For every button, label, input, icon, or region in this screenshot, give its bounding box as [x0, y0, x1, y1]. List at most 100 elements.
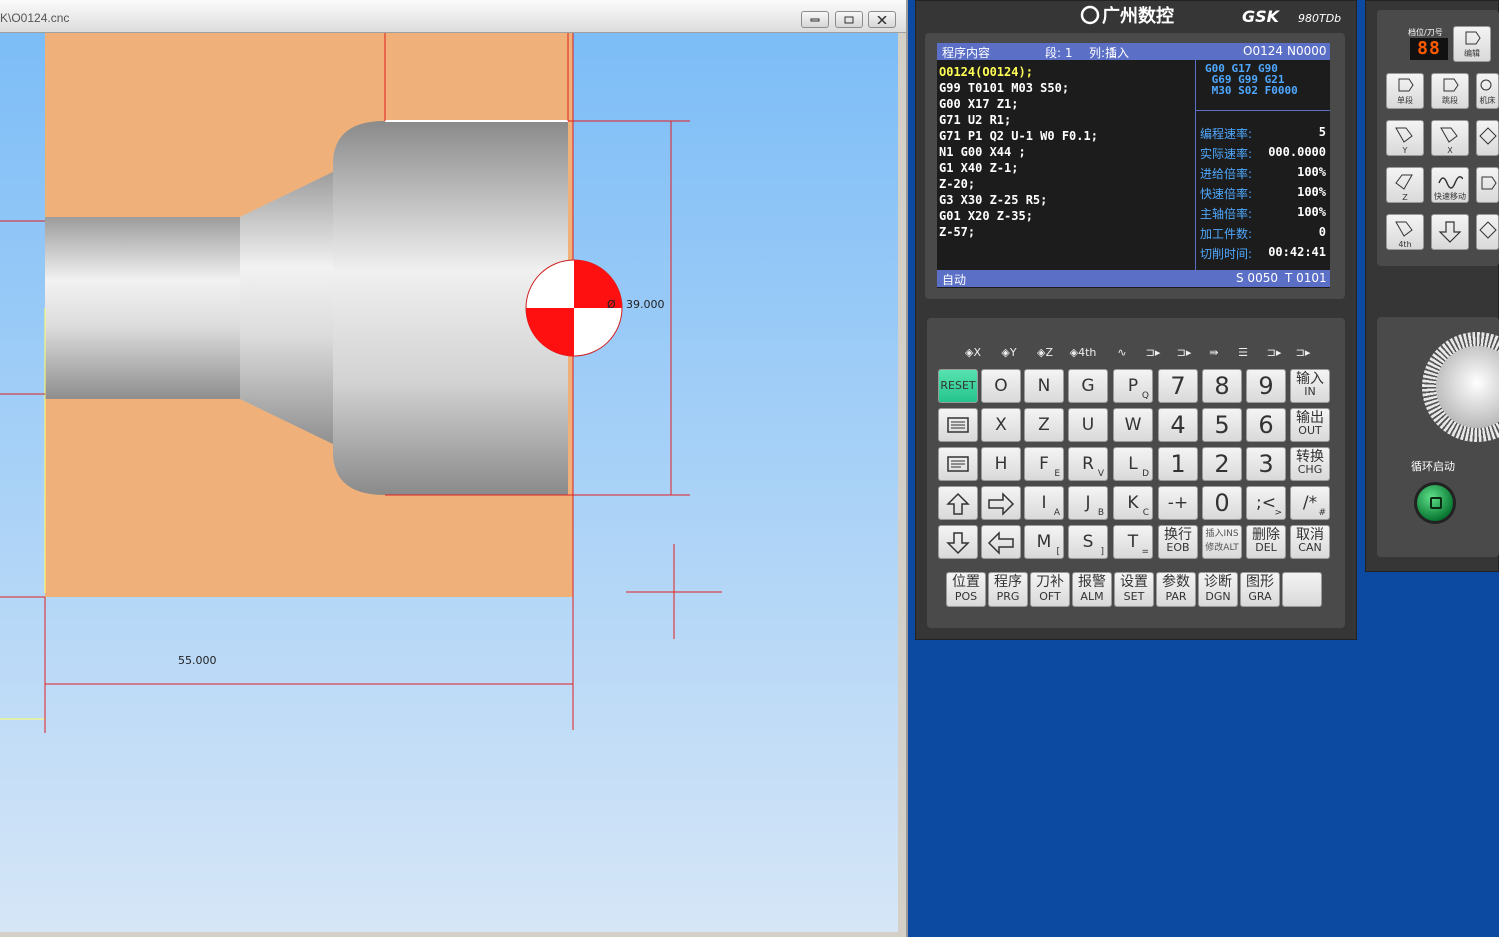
program-line[interactable]: N1 G00 X44 ; [939, 145, 1026, 159]
stat-value: 5 [1318, 125, 1326, 139]
key-i[interactable]: IA [1024, 486, 1064, 520]
program-line[interactable]: O0124(O0124); [939, 65, 1033, 79]
key-9[interactable]: 9 [1246, 369, 1286, 403]
stat-value: 000.0000 [1268, 145, 1326, 159]
set-button[interactable]: 设置 SET [1114, 572, 1154, 607]
step-icon[interactable]: ⊐▸ [1259, 346, 1289, 359]
cursor-down-button[interactable] [938, 525, 978, 559]
jog-icon[interactable]: ⇛ [1199, 346, 1229, 359]
key-0[interactable]: 0 [1202, 486, 1242, 520]
axis-x-icon[interactable]: ◈X [958, 346, 988, 359]
axis-4th-icon[interactable]: ◈4th [1068, 346, 1098, 359]
list-page-button[interactable] [938, 447, 978, 481]
wave-icon[interactable]: ∿ [1107, 346, 1137, 359]
gra-button[interactable]: 图形 GRA [1240, 572, 1280, 607]
close-button[interactable] [868, 11, 896, 28]
blank-button[interactable] [1282, 572, 1322, 607]
key-w[interactable]: W [1113, 408, 1153, 442]
simulation-viewport[interactable]: Ø 39.000 55.000 [0, 33, 898, 932]
program-line[interactable]: G71 P1 Q2 U-1 W0 F0.1; [939, 129, 1098, 143]
axis-y-icon[interactable]: ◈Y [994, 346, 1024, 359]
single-block-button[interactable]: 单段 [1386, 73, 1424, 109]
key-k[interactable]: KC [1113, 486, 1153, 520]
program-line[interactable]: Z-57; [939, 225, 975, 239]
key-n[interactable]: N [1024, 369, 1064, 403]
key-z[interactable]: Z [1024, 408, 1064, 442]
key-l[interactable]: LD [1113, 447, 1153, 481]
key-j[interactable]: JB [1068, 486, 1108, 520]
insert-alter-button[interactable]: 插入INS 修改ALT [1202, 525, 1242, 559]
maximize-button[interactable] [835, 11, 863, 28]
minimize-button[interactable] [801, 11, 829, 28]
key-f[interactable]: FE [1024, 447, 1064, 481]
key-x[interactable]: X [981, 408, 1021, 442]
cursor-up-button[interactable] [938, 486, 978, 520]
change-button[interactable]: 转换 CHG [1290, 447, 1330, 481]
program-line[interactable]: G01 X20 Z-35; [939, 209, 1033, 223]
pos-button[interactable]: 位置 POS [946, 572, 986, 607]
key-5[interactable]: 5 [1202, 408, 1242, 442]
input-button[interactable]: 输入 IN [1290, 369, 1330, 403]
rapid-traverse-button[interactable]: 快速移动 [1431, 167, 1469, 203]
step-icon[interactable]: ⊐▸ [1288, 346, 1318, 359]
key-minus-plus[interactable]: -+ [1158, 486, 1198, 520]
jog-right-button[interactable] [1476, 167, 1499, 203]
stat-label: 切削时间: [1200, 247, 1253, 261]
dgn-button[interactable]: 诊断 DGN [1198, 572, 1238, 607]
window-titlebar[interactable]: K\O0124.cnc [0, 0, 906, 33]
key-m[interactable]: M[ [1024, 525, 1064, 559]
program-line[interactable]: G3 X30 Z-25 R5; [939, 193, 1047, 207]
program-line[interactable]: G1 X40 Z-1; [939, 161, 1018, 175]
edit-mode-button[interactable]: 编辑 [1453, 26, 1491, 62]
key-6[interactable]: 6 [1246, 408, 1286, 442]
list-icon[interactable]: ☰ [1228, 346, 1258, 359]
delete-button[interactable]: 删除 DEL [1246, 525, 1286, 559]
program-line[interactable]: Z-20; [939, 177, 975, 191]
key-8[interactable]: 8 [1202, 369, 1242, 403]
cancel-button[interactable]: 取消 CAN [1290, 525, 1330, 559]
key-2[interactable]: 2 [1202, 447, 1242, 481]
output-button[interactable]: 输出 OUT [1290, 408, 1330, 442]
cycle-start-button[interactable] [1414, 482, 1456, 524]
key-4[interactable]: 4 [1158, 408, 1198, 442]
skip-block-button[interactable]: 跳段 [1431, 73, 1469, 109]
eob-button[interactable]: 换行 EOB [1158, 525, 1198, 559]
jog-4th-button[interactable]: 4th [1386, 214, 1424, 250]
step-icon[interactable]: ⊐▸ [1138, 346, 1168, 359]
par-button[interactable]: 参数 PAR [1156, 572, 1196, 607]
key-t[interactable]: T = [1113, 525, 1153, 559]
page-icon-button[interactable] [938, 408, 978, 442]
cursor-left-button[interactable] [981, 525, 1021, 559]
key-sublabel: 修改ALT [1205, 543, 1239, 553]
jog-extra-button[interactable] [1476, 120, 1499, 156]
axis-z-icon[interactable]: ◈Z [1030, 346, 1060, 359]
key-7[interactable]: 7 [1158, 369, 1198, 403]
prg-button[interactable]: 程序 PRG [988, 572, 1028, 607]
jog-y-button[interactable]: Y [1386, 120, 1424, 156]
program-line[interactable]: G71 U2 R1; [939, 113, 1011, 127]
step-icon[interactable]: ⊐▸ [1169, 346, 1199, 359]
key-g[interactable]: G [1068, 369, 1108, 403]
key-p[interactable]: PQ [1113, 369, 1153, 403]
oft-button[interactable]: 刀补 OFT [1030, 572, 1070, 607]
program-line[interactable]: G00 X17 Z1; [939, 97, 1018, 111]
jog-x-button[interactable]: X [1431, 120, 1469, 156]
program-line[interactable]: G99 T0101 M03 S50; [939, 81, 1069, 95]
key-h[interactable]: H [981, 447, 1021, 481]
jog-diamond-button[interactable] [1476, 214, 1499, 250]
jog-down-button[interactable] [1431, 214, 1469, 250]
alm-button[interactable]: 报警 ALM [1072, 572, 1112, 607]
key-u[interactable]: U [1068, 408, 1108, 442]
key-slash[interactable]: /* # [1290, 486, 1330, 520]
reset-button[interactable]: RESET [938, 369, 978, 403]
key-o[interactable]: O [981, 369, 1021, 403]
key-semicolon[interactable]: ;< > [1246, 486, 1286, 520]
key-s[interactable]: S] [1068, 525, 1108, 559]
machine-lock-button[interactable]: 机床 [1476, 73, 1499, 109]
header-seq: N0000 [1287, 44, 1327, 58]
jog-z-button[interactable]: Z [1386, 167, 1424, 203]
key-1[interactable]: 1 [1158, 447, 1198, 481]
cursor-right-button[interactable] [981, 486, 1021, 520]
key-3[interactable]: 3 [1246, 447, 1286, 481]
key-r[interactable]: RV [1068, 447, 1108, 481]
